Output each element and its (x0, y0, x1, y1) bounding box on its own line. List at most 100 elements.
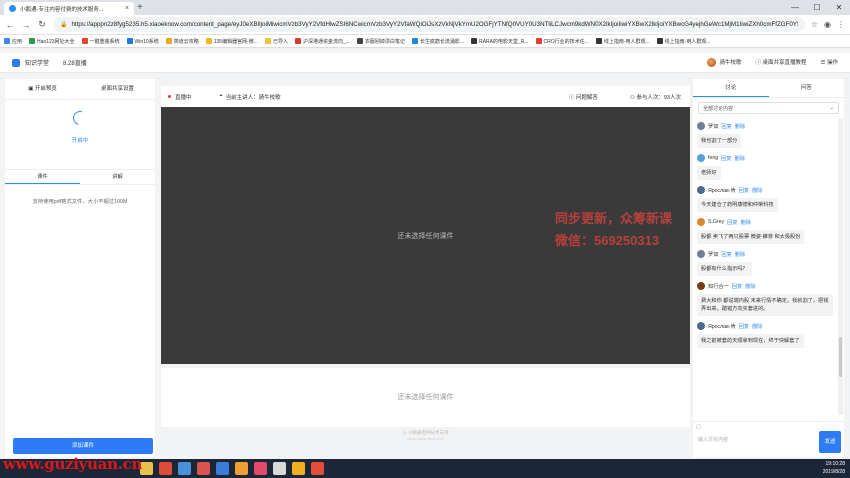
address-bar-actions: ☆ ◉ ⋮ (811, 20, 845, 29)
bookmark-item[interactable]: 衣服别掉漂白笔记 (356, 38, 405, 45)
discussion-filter-select[interactable]: 全部讨论内容 ⌄ (698, 102, 839, 114)
message-author: feng (708, 155, 719, 161)
menu-dots-icon[interactable]: ⋮ (837, 20, 845, 29)
bookmark-item[interactable]: 线上指南-用人群观... (656, 38, 711, 45)
avatar (697, 122, 705, 130)
bookmark-item[interactable]: 沪深港通资金流向_... (294, 38, 350, 45)
reply-link[interactable]: 回复 (732, 283, 742, 290)
address-bar: ← → ↻ 🔒 https://apppn2z8fyg5235.h5.xiaoe… (0, 15, 850, 35)
watermark-line-2: 微信：569250313 (555, 233, 660, 248)
participant-label: 参与人次：93人次 (636, 94, 681, 101)
minimize-button[interactable]: — (784, 0, 806, 15)
extension-icon[interactable]: ◉ (824, 20, 831, 29)
reply-link[interactable]: 回复 (721, 251, 731, 258)
course-title: 8.28直播 (63, 61, 87, 67)
tab-discussion[interactable]: 讨论 (693, 79, 769, 97)
bookmarks-bar: 应用 Hao123网址大全 一键重装系统 Win10系统 简道云攻略 135编辑器官网-微… (0, 35, 850, 48)
delete-link[interactable]: 删除 (735, 123, 745, 130)
close-window-button[interactable]: ✕ (828, 0, 850, 15)
delete-link[interactable]: 删除 (752, 323, 762, 330)
delete-link[interactable]: 删除 (741, 219, 751, 226)
discussion-input[interactable]: 输入讨论内容 (698, 436, 728, 443)
bookmark-item[interactable]: 长生底筋长流涌影... (411, 38, 464, 45)
tab-qa[interactable]: 问答 (769, 79, 845, 97)
bookmark-item[interactable]: RARA的电影天堂_R... (471, 38, 529, 45)
send-button[interactable]: 发送 (819, 431, 841, 453)
star-icon[interactable]: ☆ (811, 20, 818, 29)
delete-link[interactable]: 删除 (735, 251, 745, 258)
clock-date: 2019/8/28 (822, 469, 845, 475)
taskbar-app-icon[interactable] (292, 462, 305, 475)
bookmark-item[interactable]: Win10系统 (126, 38, 159, 45)
url-text[interactable]: https://apppn2z8fyg5235.h5.xiaoeknow.com… (71, 21, 797, 28)
maximize-button[interactable]: ☐ (806, 0, 828, 15)
taskbar-app-icon[interactable] (311, 462, 324, 475)
image-upload-icon[interactable]: ▢ (696, 424, 701, 430)
reply-link[interactable]: 回复 (727, 219, 737, 226)
browser-tab[interactable]: 小鹅通-专注内容付费的技术服务... × (4, 2, 134, 15)
tab-courseware[interactable]: 课件 (5, 170, 80, 184)
watermark-overlay: 同步更新，众筹新课 微信：569250313 (555, 208, 672, 252)
discussion-scrollbar[interactable] (838, 119, 843, 415)
taskbar-app-icon[interactable] (254, 462, 267, 475)
live-dot-icon (168, 95, 171, 98)
taskbar-clock[interactable]: 19:10:28 2019/8/28 (823, 460, 845, 476)
brand-logo-icon (12, 58, 20, 67)
right-panel: 讨论 问答 全部讨论内容 ⌄ 罗如 回复 删除 我也割了一部分 feng 回复 删除 老师好 Я… (693, 79, 844, 457)
delete-link[interactable]: 删除 (735, 155, 745, 162)
bookmark-item[interactable]: 一键重装系统 (81, 38, 120, 45)
delete-link[interactable]: 删除 (752, 187, 762, 194)
message-header: Ярослав-肯 回复 删除 (697, 322, 833, 330)
add-courseware-button[interactable]: 添加课件 (13, 438, 153, 454)
bookmark-item[interactable]: 已导入 (264, 38, 288, 45)
taskbar-app-icon[interactable] (273, 462, 286, 475)
close-tab-icon[interactable]: × (125, 5, 129, 12)
taskbar-app-icon[interactable] (159, 462, 172, 475)
bookmark-item[interactable]: 135编辑器官网-微... (205, 38, 258, 45)
share-tutorial-link[interactable]: ⓘ 桌面共享直播教程 (755, 58, 806, 66)
taskbar-app-icon[interactable] (235, 462, 248, 475)
message-header: S.Grey 回复 删除 (697, 218, 833, 226)
bookmark-icon (411, 38, 418, 44)
app-header: 知识学堂 8.28直播 骑牛校歌 ⓘ 桌面共享直播教程 ☰ 操作 (0, 53, 850, 73)
scrollbar-thumb[interactable] (839, 337, 842, 377)
bookmark-item[interactable]: CRO行业的技术任... (535, 38, 589, 45)
bookmark-item[interactable]: 线上指南-用人群观... (595, 38, 650, 45)
courseware-empty-message: 还未选择任何课件 (397, 394, 454, 401)
message-text: 股都 卖飞了两只股票 微姿·錐芽 和太极股份 (697, 230, 805, 244)
bookmark-icon (356, 38, 363, 44)
bookmark-label: 衣服别掉漂白笔记 (364, 38, 405, 45)
bookmark-item[interactable]: 简道云攻略 (165, 38, 199, 45)
avatar (697, 218, 705, 226)
message-text: 老师好 (697, 166, 721, 180)
bookmark-item[interactable]: 应用 (4, 38, 22, 45)
reply-link[interactable]: 回复 (721, 123, 731, 130)
qa-button[interactable]: ⓘ 问题解答 (569, 93, 598, 101)
reply-link[interactable]: 回复 (739, 187, 749, 194)
bookmark-item[interactable]: Hao123网址大全 (29, 38, 75, 45)
operate-menu[interactable]: ☰ 操作 (821, 58, 838, 66)
forward-icon[interactable]: → (21, 20, 31, 30)
taskbar-app-icon[interactable] (216, 462, 229, 475)
discussion-list[interactable]: 罗如 回复 删除 我也割了一部分 feng 回复 删除 老师好 Ярослав-肯 回复 删除 今天建… (693, 119, 838, 415)
reload-icon[interactable]: ↻ (37, 19, 47, 30)
taskbar-app-icon[interactable] (197, 462, 210, 475)
bookmark-icon (205, 38, 212, 44)
url-field[interactable]: 🔒 https://apppn2z8fyg5235.h5.xiaoeknow.c… (53, 17, 805, 32)
tab-desktop-share-settings[interactable]: 桌面共享设置 (80, 79, 155, 99)
taskbar-app-icon[interactable] (178, 462, 191, 475)
reply-link[interactable]: 回复 (739, 323, 749, 330)
message-text: 我也割了一部分 (697, 134, 742, 148)
back-icon[interactable]: ← (5, 20, 15, 30)
delete-link[interactable]: 删除 (745, 283, 755, 290)
bookmark-icon (294, 38, 301, 44)
avatar (697, 186, 705, 194)
footer-url[interactable]: www.xiaoe-tech.com (161, 436, 690, 441)
new-tab-button[interactable]: + (137, 2, 143, 13)
live-status-bar: 直播中 ⌖ 当前主讲人：骑牛校歌 ⓘ 问题解答 ⚇ 参与人次：93人次 (161, 86, 690, 107)
user-menu[interactable]: 骑牛校歌 (707, 58, 741, 68)
reply-link[interactable]: 回复 (721, 155, 731, 162)
tab-preview[interactable]: ▣ 开启预览 (5, 79, 80, 99)
tab-explain[interactable]: 讲解 (80, 170, 155, 184)
bookmark-label: CRO行业的技术任... (543, 38, 589, 45)
